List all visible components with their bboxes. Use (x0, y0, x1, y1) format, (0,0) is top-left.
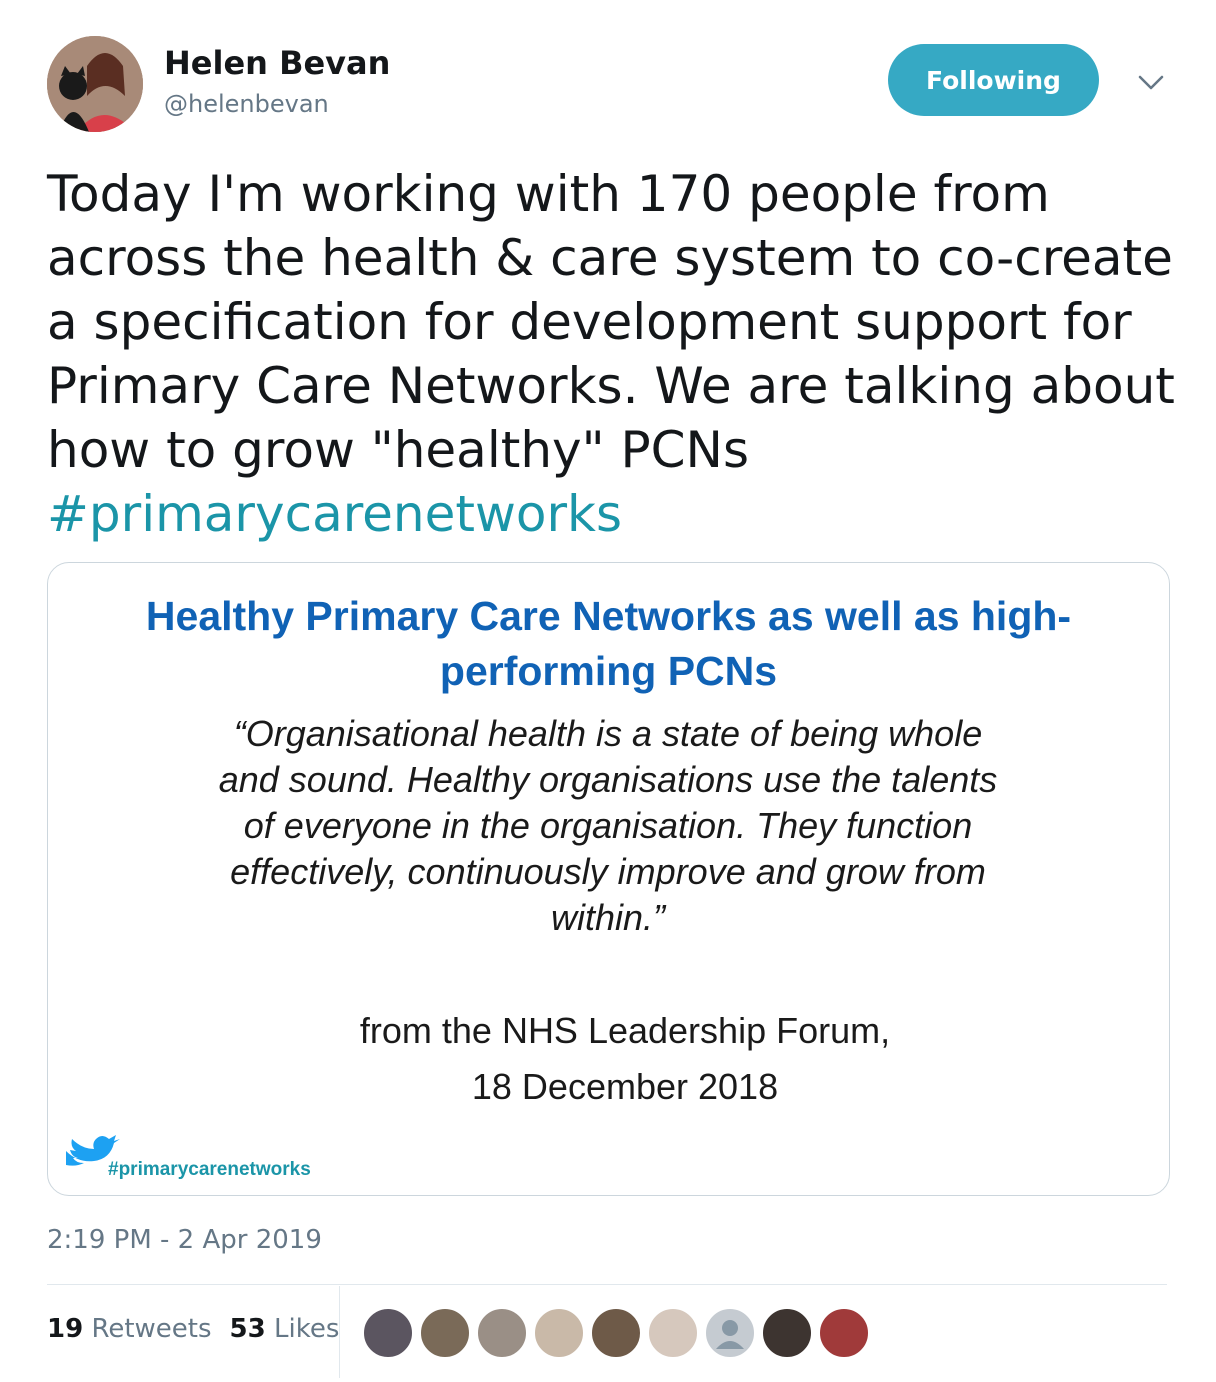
card-source: from the NHS Leadership Forum, 18 Decemb… (48, 1003, 1169, 1115)
retweets-count: 19 (47, 1314, 84, 1344)
likes-stat[interactable]: 53 Likes (230, 1314, 340, 1344)
liker-avatar[interactable] (761, 1307, 813, 1359)
likes-label: Likes (274, 1314, 340, 1344)
tweet-body: Today I'm working with 170 people from a… (47, 165, 1175, 479)
user-name[interactable]: Helen Bevan (164, 44, 390, 82)
retweets-stat[interactable]: 19 Retweets (47, 1314, 212, 1344)
card-title: Healthy Primary Care Networks as well as… (145, 593, 1072, 694)
likes-count: 53 (229, 1314, 266, 1344)
retweets-label: Retweets (91, 1314, 212, 1344)
chevron-down-icon[interactable] (1138, 72, 1164, 92)
liker-avatar[interactable] (818, 1307, 870, 1359)
following-button[interactable]: Following (888, 44, 1099, 116)
tweet-timestamp[interactable]: 2:19 PM - 2 Apr 2019 (47, 1225, 322, 1255)
card-source-line2: 18 December 2018 (471, 1066, 779, 1107)
liker-avatar[interactable] (362, 1307, 414, 1359)
tweet-image[interactable]: Healthy Primary Care Networks as well as… (47, 562, 1170, 1196)
card-hashtag: #primarycarenetworks (108, 1159, 311, 1180)
liker-avatar[interactable] (419, 1307, 471, 1359)
liker-avatar[interactable] (704, 1307, 756, 1359)
divider (47, 1284, 1167, 1285)
default-avatar-icon (716, 1320, 744, 1349)
liker-avatar[interactable] (647, 1307, 699, 1359)
liker-avatar[interactable] (476, 1307, 528, 1359)
card-source-line1: from the NHS Leadership Forum, (359, 1010, 891, 1051)
tweet-stats: 19 Retweets 53 Likes (47, 1314, 339, 1344)
liker-avatar[interactable] (590, 1307, 642, 1359)
tweet-text: Today I'm working with 170 people from a… (47, 162, 1177, 546)
liker-avatar[interactable] (533, 1307, 585, 1359)
user-handle[interactable]: @helenbevan (164, 90, 329, 118)
card-quote: “Organisational health is a state of bei… (218, 713, 998, 938)
avatar[interactable] (47, 36, 143, 132)
hashtag-link[interactable]: #primarycarenetworks (47, 485, 622, 543)
